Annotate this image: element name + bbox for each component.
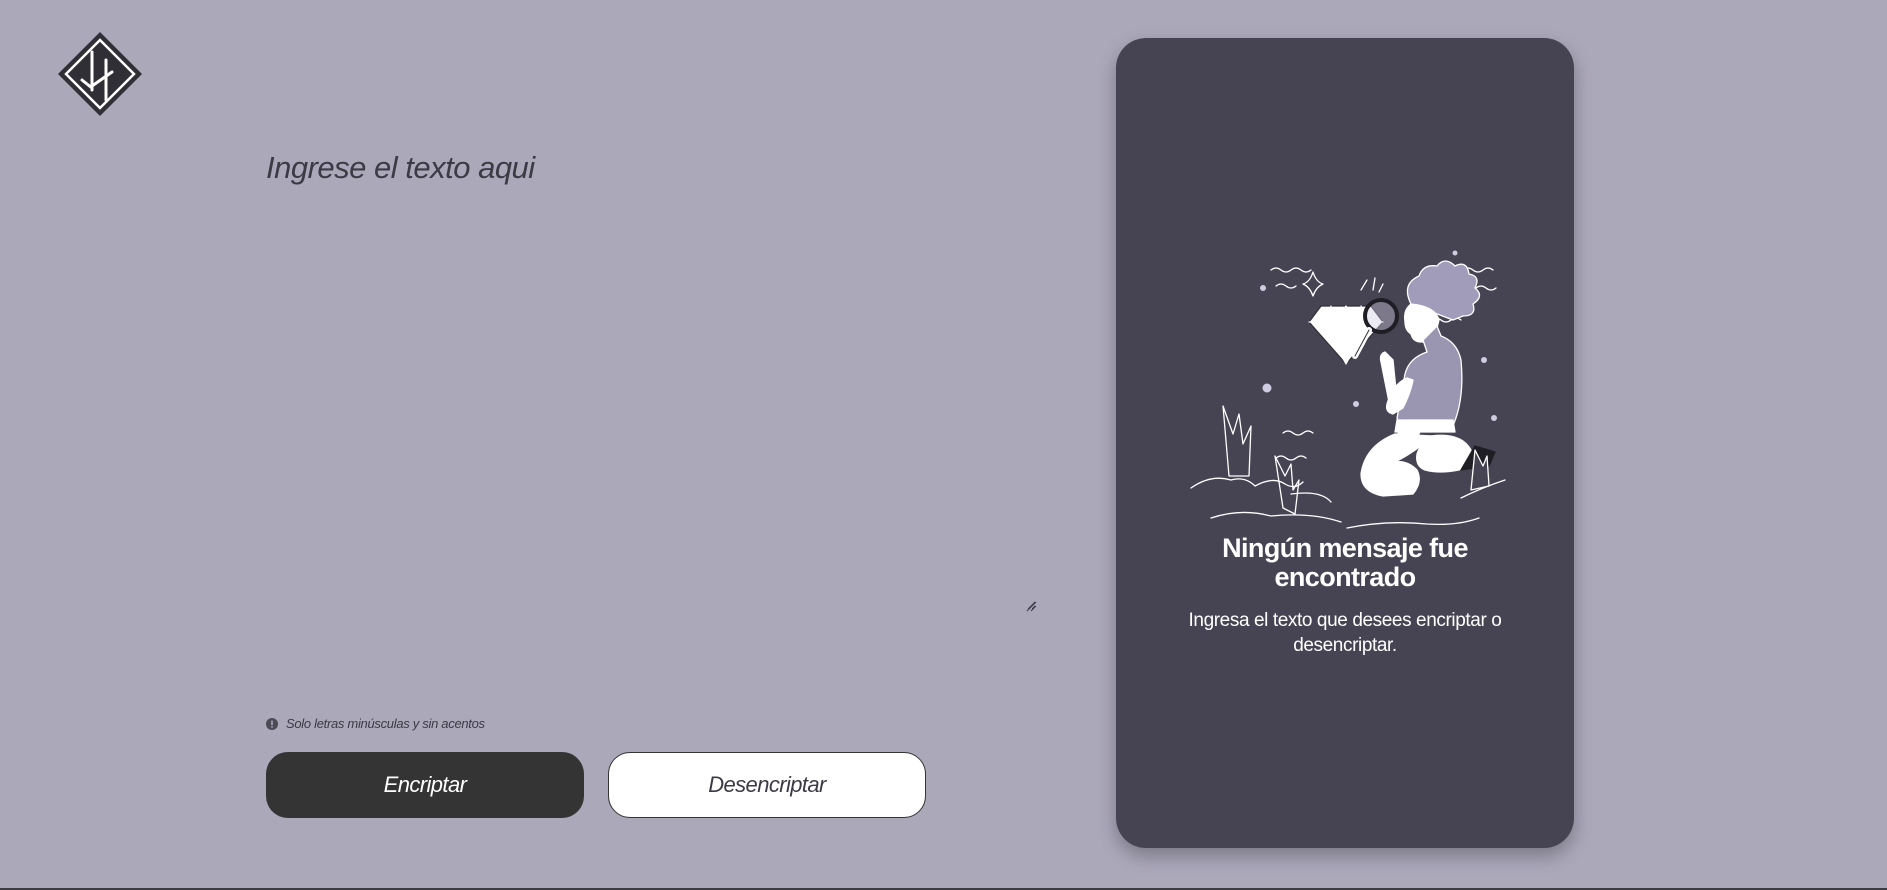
input-hint: Solo letras minúsculas y sin acentos xyxy=(266,716,485,731)
encrypt-button[interactable]: Encriptar xyxy=(266,752,584,818)
empty-state-title: Ningún mensaje fue encontrado xyxy=(1222,533,1468,592)
decrypt-button[interactable]: Desencriptar xyxy=(608,752,926,818)
logo-icon xyxy=(58,32,142,116)
hint-text: Solo letras minúsculas y sin acentos xyxy=(286,716,485,731)
resize-handle-icon[interactable] xyxy=(1025,600,1037,612)
info-icon xyxy=(266,717,278,730)
result-panel: Ningún mensaje fue encontrado Ingresa el… xyxy=(1116,38,1574,848)
person-searching-illustration xyxy=(1190,250,1506,529)
empty-state-description: Ingresa el texto que desees encriptar o … xyxy=(1188,610,1502,656)
text-input[interactable] xyxy=(266,150,1036,610)
